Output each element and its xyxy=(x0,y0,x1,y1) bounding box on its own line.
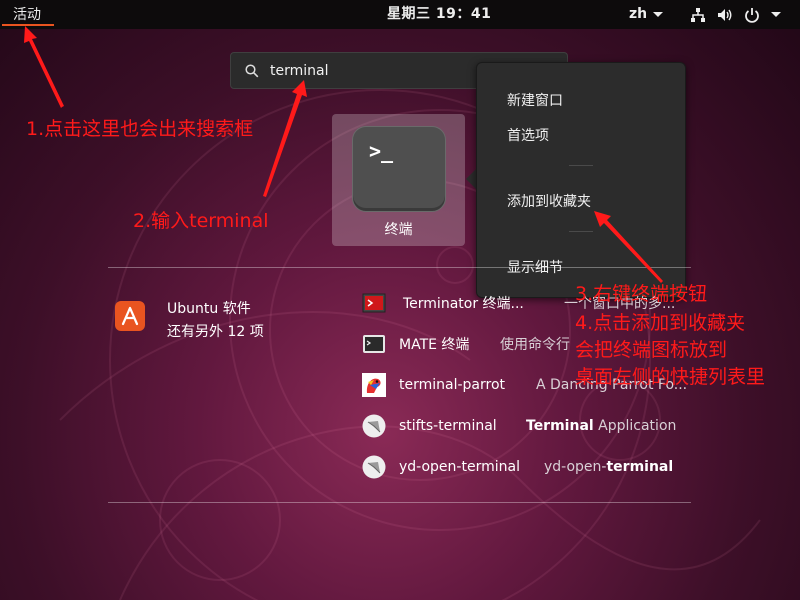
annotation-step1: 1.点击这里也会出来搜索框 xyxy=(26,118,254,140)
snap-package-icon xyxy=(362,455,386,479)
result-terminator[interactable]: Terminator 终端... 一个窗口中的多... xyxy=(362,291,675,315)
terminator-icon xyxy=(362,291,386,315)
menu-item-add-to-favorites[interactable]: 添加到收藏夹 xyxy=(507,191,591,211)
activities-label: 活动 xyxy=(13,6,41,23)
mate-terminal-icon xyxy=(362,332,386,356)
volume-icon xyxy=(718,8,732,21)
app-tile-terminal[interactable]: >_ 终端 xyxy=(332,114,465,246)
result-terminal-parrot[interactable]: terminal-parrot A Dancing Parrot Fo... xyxy=(362,373,687,397)
app-tile-label: 终端 xyxy=(384,222,413,238)
activities-button[interactable]: 活动 xyxy=(0,0,54,27)
language-label: zh xyxy=(629,6,648,22)
activities-underline xyxy=(2,24,54,26)
result-name: yd-open-terminal xyxy=(399,459,520,475)
annotation-step2: 2.输入terminal xyxy=(133,210,269,232)
search-icon xyxy=(245,63,259,77)
result-description: Terminal Application xyxy=(526,418,676,434)
section-divider xyxy=(108,502,691,503)
search-value: terminal xyxy=(270,62,329,79)
result-name: stifts-terminal xyxy=(399,418,497,434)
network-icon xyxy=(691,7,705,22)
parrot-icon xyxy=(362,373,386,397)
terminal-icon: >_ xyxy=(352,126,446,212)
system-tray[interactable] xyxy=(690,0,781,29)
annotation-step4-line2: 会把终端图标放到 xyxy=(575,339,728,361)
provider-more[interactable]: 还有另外 12 项 xyxy=(167,321,264,341)
menu-item-preferences[interactable]: 首选项 xyxy=(507,125,549,145)
annotation-arrow-2 xyxy=(263,80,307,197)
context-menu: 新建窗口 首选项 添加到收藏夹 显示细节 xyxy=(476,62,686,298)
software-bag-icon xyxy=(121,306,139,326)
ubuntu-software-icon[interactable] xyxy=(115,301,145,331)
menu-separator xyxy=(569,231,593,232)
result-name: Terminator 终端... xyxy=(403,296,524,312)
result-description: yd-open-terminal xyxy=(544,459,673,475)
top-bar: 活动 星期三 19：41 zh xyxy=(0,0,800,29)
result-mate-terminal[interactable]: MATE 终端 使用命令行 xyxy=(362,332,570,356)
chevron-down-icon xyxy=(771,12,781,17)
result-description-prefix: yd-open- xyxy=(544,459,607,475)
result-name: terminal-parrot xyxy=(399,377,506,393)
result-description: 使用命令行 xyxy=(500,337,570,353)
snap-package-icon xyxy=(362,414,386,438)
terminal-prompt: >_ xyxy=(369,139,394,163)
result-name: MATE 终端 xyxy=(399,337,470,353)
menu-separator xyxy=(569,165,593,166)
annotation-arrow-1 xyxy=(24,26,64,108)
result-yd-open-terminal[interactable]: yd-open-terminal yd-open-terminal xyxy=(362,455,673,479)
clock[interactable]: 星期三 19：41 xyxy=(387,0,491,29)
annotation-step3: 3.右键终端按钮 xyxy=(575,283,708,305)
section-divider xyxy=(108,267,691,268)
result-description-rest: Application xyxy=(593,418,677,434)
result-description-highlight: Terminal xyxy=(526,418,594,434)
annotation-step4-line1: 4.点击添加到收藏夹 xyxy=(575,312,746,334)
result-stifts-terminal[interactable]: stifts-terminal Terminal Application xyxy=(362,414,676,438)
power-icon xyxy=(745,7,759,23)
annotation-step4-line3: 桌面左侧的快捷列表里 xyxy=(575,366,766,388)
menu-item-new-window[interactable]: 新建窗口 xyxy=(507,90,563,110)
chevron-down-icon xyxy=(653,12,664,17)
result-description-highlight: terminal xyxy=(606,459,674,475)
language-indicator[interactable]: zh xyxy=(629,0,664,29)
provider-name[interactable]: Ubuntu 软件 xyxy=(167,298,251,318)
